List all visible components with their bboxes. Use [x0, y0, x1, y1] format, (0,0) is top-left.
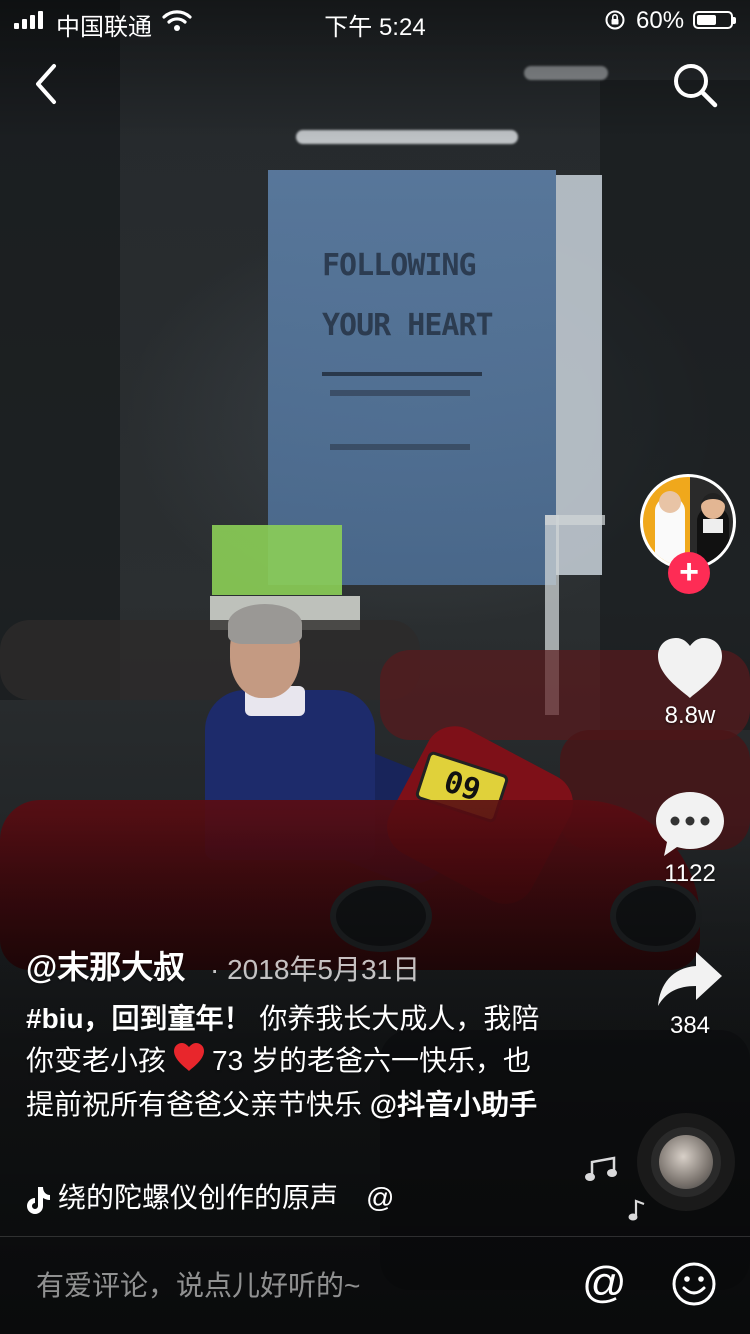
battery-percent: 60% — [636, 7, 685, 34]
driver-hair — [228, 604, 302, 644]
wall-banner — [268, 170, 556, 585]
banner-text: FOLLOWING — [322, 248, 477, 283]
comment-button[interactable]: 1122 — [650, 790, 730, 888]
banner-logo — [330, 390, 470, 450]
comment-input[interactable]: 有爱评论，说点儿好听的~ — [36, 1264, 360, 1304]
music-title: 绕的陀螺仪创作的原声 @ — [58, 1182, 395, 1213]
heart-icon — [658, 638, 722, 698]
emoji-button[interactable] — [670, 1260, 718, 1308]
music-note-icon — [628, 1199, 645, 1221]
post-caption: #biu，回到童年！ 你养我长大成人，我陪你变老小孩 73 岁的老爸六一快乐，也提… — [26, 998, 556, 1126]
music-ticker[interactable]: 绕的陀螺仪创作的原声 @ — [26, 1176, 446, 1216]
share-count: 384 — [669, 1012, 711, 1039]
rotation-lock-icon — [605, 10, 625, 30]
mention-link[interactable]: @抖音小助手 — [370, 1089, 537, 1120]
banner-text: YOUR HEART — [322, 308, 494, 343]
comment-bubble-icon — [656, 792, 724, 856]
video-frame[interactable]: FOLLOWING YOUR HEART 09 — [0, 0, 750, 1334]
status-bar: 中国联通 下午 5:24 60% — [0, 0, 750, 41]
share-arrow-icon — [658, 952, 722, 1006]
tire-barrier — [0, 620, 420, 700]
back-button[interactable] — [28, 62, 68, 106]
tiktok-note-icon — [27, 1186, 50, 1214]
like-count: 8.8w — [664, 702, 716, 729]
comment-count: 1122 — [664, 860, 716, 887]
mention-button[interactable]: @ — [582, 1260, 627, 1306]
comment-bar-divider — [0, 1236, 750, 1237]
red-heart-icon — [172, 1042, 206, 1084]
post-date: · 2018年5月31日 — [210, 954, 421, 985]
author-name[interactable]: @末那大叔 — [26, 942, 185, 988]
music-note-icon — [585, 1156, 617, 1181]
battery-icon — [693, 11, 736, 29]
follow-button[interactable]: + — [668, 552, 710, 594]
railing — [545, 515, 605, 525]
banner-line — [322, 372, 482, 376]
music-disc[interactable] — [637, 1113, 735, 1211]
like-button[interactable]: 8.8w — [650, 636, 730, 730]
share-button[interactable]: 384 — [650, 948, 730, 1040]
dark-wall-right — [600, 80, 750, 730]
music-cover — [659, 1135, 713, 1189]
hashtag-link[interactable]: #biu，回到童年！ — [26, 1003, 252, 1034]
search-button[interactable] — [670, 60, 720, 110]
green-box — [212, 525, 342, 595]
